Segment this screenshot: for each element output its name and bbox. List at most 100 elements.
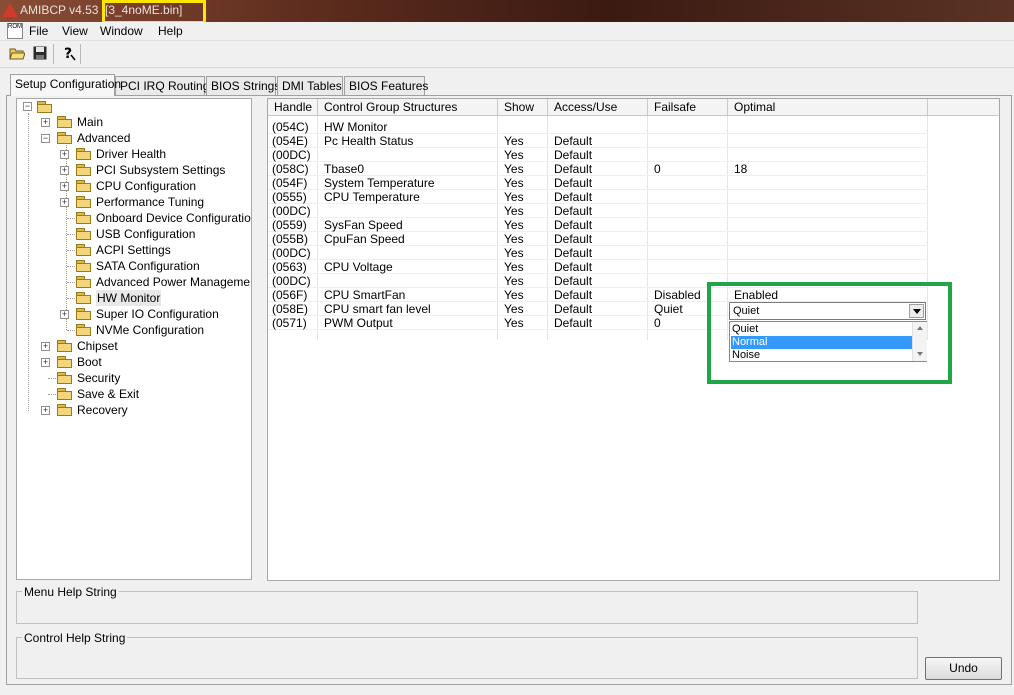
tree-item-advanced-power-management[interactable]: Advanced Power Management [17,274,251,290]
grid-cell[interactable]: Yes [504,176,524,190]
expand-icon[interactable]: + [60,198,69,207]
grid-cell[interactable]: (0559) [272,218,307,232]
tree-item-boot[interactable]: + Boot [17,354,247,370]
grid-cell[interactable]: Tbase0 [324,162,364,176]
tree-item-save-exit[interactable]: Save & Exit [17,386,247,402]
grid-cell[interactable]: Default [554,218,592,232]
grid-cell[interactable]: Yes [504,316,524,330]
grid-cell[interactable]: (0571) [272,316,307,330]
grid-cell[interactable]: Yes [504,274,524,288]
grid-cell[interactable]: HW Monitor [324,120,387,134]
grid-cell[interactable]: Default [554,204,592,218]
column-header-failsafe[interactable]: Failsafe [648,99,728,116]
grid-cell[interactable]: CpuFan Speed [324,232,405,246]
tab-pci-irq-routing[interactable]: PCI IRQ Routing [115,76,209,95]
grid-cell[interactable]: Default [554,246,592,260]
grid-cell[interactable]: Default [554,260,592,274]
expand-icon[interactable]: + [60,150,69,159]
column-header-show[interactable]: Show [498,99,548,116]
column-header-access[interactable]: Access/Use [548,99,648,116]
grid-cell[interactable]: Yes [504,260,524,274]
document-icon[interactable]: ROM [7,23,23,39]
column-header-optimal[interactable]: Optimal [728,99,928,116]
tree-item-recovery[interactable]: + Recovery [17,402,247,418]
grid-cell[interactable]: (054E) [272,134,308,148]
tree-item-chipset[interactable]: + Chipset [17,338,247,354]
grid-cell[interactable]: (0563) [272,260,307,274]
tree-item-super-io-configuration[interactable]: + Super IO Configuration [17,306,247,322]
grid-cell[interactable]: Default [554,162,592,176]
column-header-handle[interactable]: Handle [268,99,318,116]
tree-item-sata-configuration[interactable]: SATA Configuration [17,258,247,274]
grid-cell[interactable]: Default [554,134,592,148]
grid-cell[interactable]: SysFan Speed [324,218,403,232]
menu-help[interactable]: Help [158,24,183,38]
grid-cell[interactable]: (058C) [272,162,309,176]
grid-cell[interactable]: CPU Voltage [324,260,393,274]
grid-cell[interactable]: (054F) [272,176,307,190]
grid-cell[interactable]: Yes [504,148,524,162]
tree-item-hw-monitor[interactable]: HW Monitor [17,290,247,306]
save-disk-icon[interactable] [31,44,49,62]
collapse-icon[interactable]: − [41,134,50,143]
expand-icon[interactable]: + [60,310,69,319]
grid-cell[interactable]: Yes [504,232,524,246]
grid-cell[interactable]: (00DC) [272,148,311,162]
grid-cell[interactable]: 0 [654,162,661,176]
grid-cell[interactable]: Default [554,302,592,316]
grid-cell[interactable]: Yes [504,162,524,176]
open-folder-icon[interactable] [8,44,26,62]
tree-item-security[interactable]: Security [17,370,247,386]
grid-cell[interactable]: PWM Output [324,316,393,330]
tree-item-main[interactable]: + Main [17,114,247,130]
grid-cell[interactable]: System Temperature [324,176,435,190]
grid-cell[interactable]: Yes [504,134,524,148]
tree-item-cpu-configuration[interactable]: + CPU Configuration [17,178,247,194]
expand-icon[interactable]: + [60,182,69,191]
grid-cell[interactable]: Default [554,316,592,330]
menu-window[interactable]: Window [100,24,143,38]
tab-dmi-tables[interactable]: DMI Tables [277,76,343,95]
expand-icon[interactable]: + [41,118,50,127]
tab-bios-strings[interactable]: BIOS Strings [206,76,280,95]
expand-icon[interactable]: + [41,406,50,415]
grid-cell[interactable]: Default [554,190,592,204]
tree-item-driver-health[interactable]: + Driver Health [17,146,247,162]
grid-cell[interactable]: Pc Health Status [324,134,413,148]
grid-cell[interactable]: Default [554,232,592,246]
grid-cell[interactable]: Yes [504,218,524,232]
tab-bios-features[interactable]: BIOS Features [344,76,428,95]
grid-cell[interactable]: Default [554,176,592,190]
grid-cell[interactable]: Default [554,274,592,288]
grid-cell[interactable]: CPU smart fan level [324,302,431,316]
tree-item-nvme-configuration[interactable]: NVMe Configuration [17,322,247,338]
setup-tree[interactable]: − + Main − Advanced + Driver Health + PC… [16,98,252,580]
tab-setup-configuration[interactable]: Setup Configuration [10,74,121,96]
expand-icon[interactable]: + [41,358,50,367]
grid-cell[interactable]: (054C) [272,120,309,134]
undo-button[interactable]: Undo [925,657,1002,680]
grid-cell[interactable]: (0555) [272,190,307,204]
tree-item-performance-tuning[interactable]: + Performance Tuning [17,194,247,210]
grid-cell[interactable]: Default [554,148,592,162]
collapse-icon[interactable]: − [23,102,32,111]
grid-cell[interactable]: Yes [504,190,524,204]
tree-item-onboard-device-configuration[interactable]: Onboard Device Configuration [17,210,251,226]
grid-cell[interactable]: Yes [504,246,524,260]
grid-cell[interactable]: CPU SmartFan [324,288,405,302]
grid-cell[interactable]: (055B) [272,232,308,246]
column-header-control-group[interactable]: Control Group Structures [318,99,498,116]
grid-cell[interactable]: (056F) [272,288,307,302]
expand-icon[interactable]: + [60,166,69,175]
grid-cell[interactable]: Default [554,288,592,302]
menu-file[interactable]: File [29,24,48,38]
grid-cell[interactable]: CPU Temperature [324,190,420,204]
grid-cell[interactable]: (058E) [272,302,308,316]
menu-view[interactable]: View [62,24,88,38]
grid-cell[interactable]: Disabled [654,288,701,302]
grid-cell[interactable]: (00DC) [272,274,311,288]
grid-cell[interactable]: Quiet [654,302,683,316]
grid-cell[interactable]: 18 [734,162,747,176]
help-icon[interactable]: ? [60,44,78,62]
tree-item-pci-subsystem-settings[interactable]: + PCI Subsystem Settings [17,162,247,178]
